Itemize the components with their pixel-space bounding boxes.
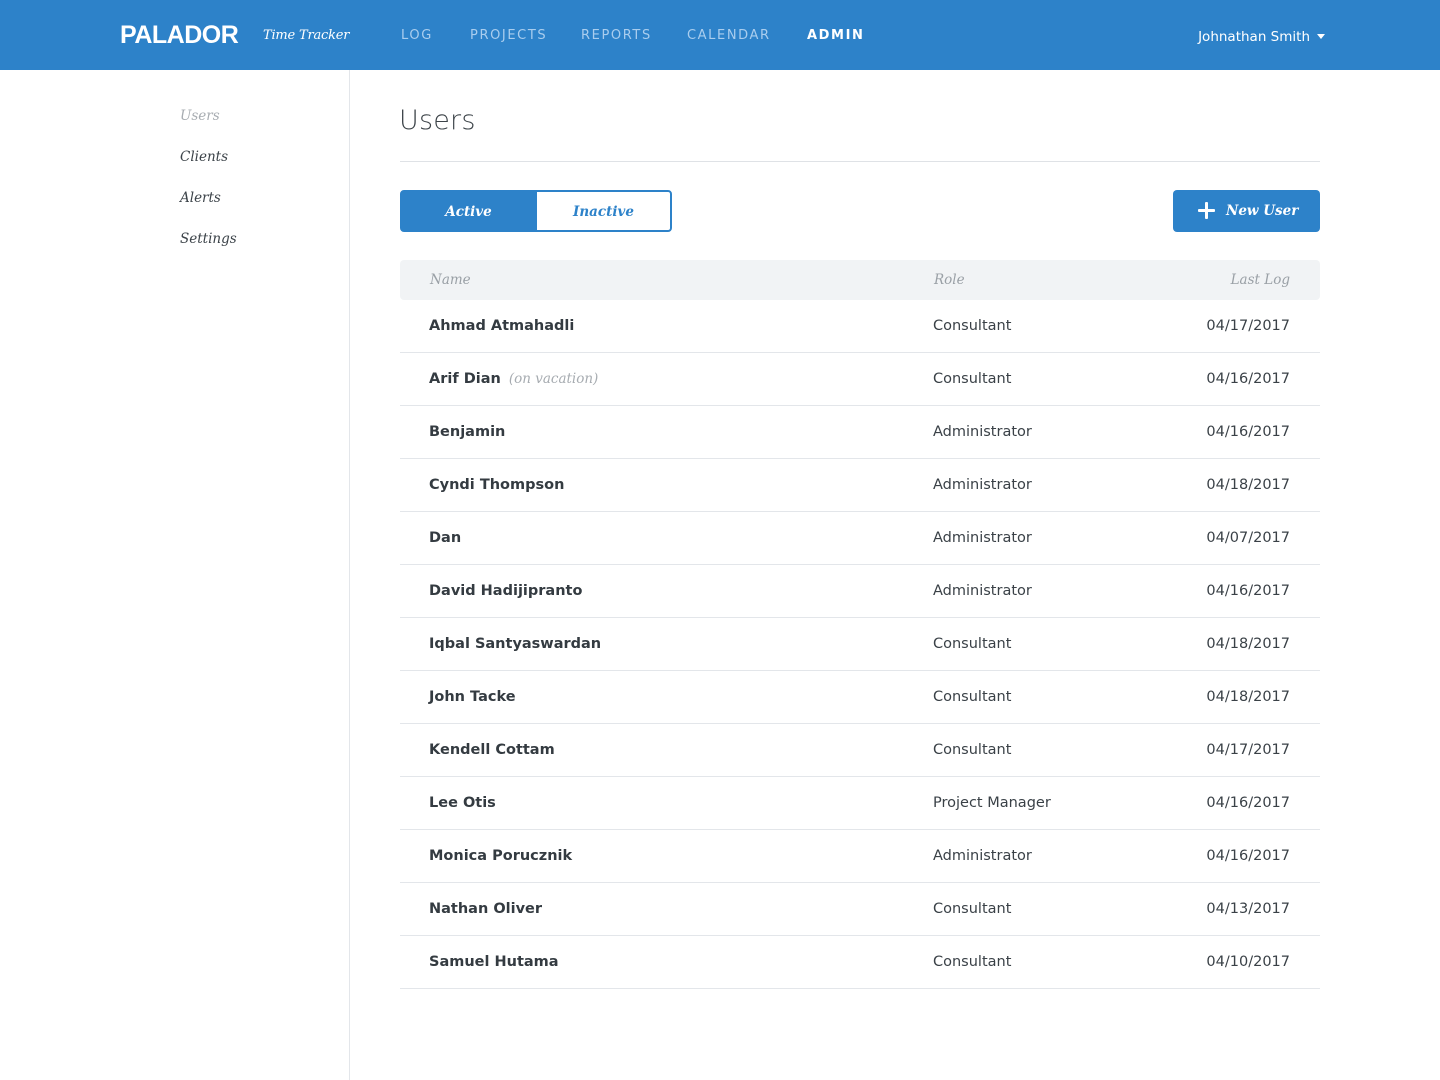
user-name-text: Cyndi Thompson	[429, 477, 565, 493]
page-title: Users	[399, 105, 476, 136]
user-name-text: Monica Porucznik	[429, 848, 573, 864]
user-role-cell: Consultant	[933, 954, 1012, 970]
brand-logo[interactable]: PALADOR	[120, 20, 239, 50]
user-role-cell: Administrator	[933, 583, 1032, 599]
inactive-toggle-button[interactable]: Inactive	[535, 190, 672, 232]
user-last-log-cell: 04/18/2017	[1206, 636, 1290, 652]
users-table: Name Role Last Log Ahmad Atmahadli Consul…	[400, 260, 1320, 989]
user-name-text: Dan	[429, 530, 462, 546]
user-name-cell[interactable]: Samuel Hutama	[429, 951, 559, 973]
table-row[interactable]: Monica Porucznik Administrator 04/16/2017	[400, 830, 1320, 883]
active-toggle-button[interactable]: Active	[400, 190, 537, 232]
user-last-log-cell: 04/17/2017	[1206, 318, 1290, 334]
user-name-text: David Hadijipranto	[429, 583, 583, 599]
table-row[interactable]: Cyndi Thompson Administrator 04/18/2017	[400, 459, 1320, 512]
user-name-cell[interactable]: Iqbal Santyaswardan	[429, 633, 601, 655]
user-role-cell: Administrator	[933, 477, 1032, 493]
new-user-label: New User	[1226, 203, 1299, 219]
user-name-text: John Tacke	[429, 689, 516, 705]
user-name-cell[interactable]: John Tacke	[429, 686, 516, 708]
user-name-text: Ahmad Atmahadli	[429, 318, 575, 334]
table-row[interactable]: Kendell Cottam Consultant 04/17/2017	[400, 724, 1320, 777]
sidebar-item-alerts[interactable]: Alerts	[180, 187, 221, 209]
nav-projects[interactable]: PROJECTS	[470, 25, 547, 47]
plus-icon	[1198, 202, 1215, 219]
table-header: Name Role Last Log	[400, 260, 1320, 300]
table-row[interactable]: Lee Otis Project Manager 04/16/2017	[400, 777, 1320, 830]
user-name-cell[interactable]: Ahmad Atmahadli	[429, 315, 574, 337]
user-role-cell: Administrator	[933, 530, 1032, 546]
new-user-button[interactable]: New User	[1173, 190, 1320, 232]
column-header-name[interactable]: Name	[430, 269, 471, 291]
column-header-role[interactable]: Role	[934, 269, 965, 291]
user-name-text: Lee Otis	[429, 795, 496, 811]
title-divider	[400, 161, 1320, 162]
nav-calendar[interactable]: CALENDAR	[687, 25, 771, 47]
user-name-cell[interactable]: Kendell Cottam	[429, 739, 555, 761]
user-name: Johnathan Smith	[1198, 29, 1310, 45]
sidebar-item-users[interactable]: Users	[180, 105, 220, 127]
user-name-cell[interactable]: Monica Porucznik	[429, 845, 572, 867]
user-last-log-cell: 04/18/2017	[1206, 477, 1290, 493]
user-name-text: Arif Dian	[429, 371, 501, 387]
user-name-cell[interactable]: Cyndi Thompson	[429, 474, 564, 496]
table-row[interactable]: Nathan Oliver Consultant 04/13/2017	[400, 883, 1320, 936]
user-last-log-cell: 04/18/2017	[1206, 689, 1290, 705]
table-row[interactable]: Samuel Hutama Consultant 04/10/2017	[400, 936, 1320, 989]
user-last-log-cell: 04/10/2017	[1206, 954, 1290, 970]
table-row[interactable]: Benjamin Administrator 04/16/2017	[400, 406, 1320, 459]
user-status-note: (on vacation)	[508, 371, 599, 387]
user-name-text: Iqbal Santyaswardan	[429, 636, 602, 652]
user-last-log-cell: 04/16/2017	[1206, 583, 1290, 599]
user-last-log-cell: 04/16/2017	[1206, 848, 1290, 864]
nav-reports[interactable]: REPORTS	[581, 25, 652, 47]
user-name-cell[interactable]: Nathan Oliver	[429, 898, 542, 920]
user-name-text: Samuel Hutama	[429, 954, 559, 970]
table-row[interactable]: Ahmad Atmahadli Consultant 04/17/2017	[400, 300, 1320, 353]
user-name-cell[interactable]: David Hadijipranto	[429, 580, 582, 602]
user-last-log-cell: 04/17/2017	[1206, 742, 1290, 758]
sidebar-item-clients[interactable]: Clients	[180, 146, 228, 168]
user-name-cell[interactable]: Dan	[429, 527, 461, 549]
user-role-cell: Consultant	[933, 318, 1012, 334]
user-role-cell: Administrator	[933, 424, 1032, 440]
column-header-last-log[interactable]: Last Log	[1231, 269, 1290, 291]
sidebar-item-settings[interactable]: Settings	[180, 228, 237, 250]
user-last-log-cell: 04/16/2017	[1206, 371, 1290, 387]
user-role-cell: Project Manager	[933, 795, 1051, 811]
user-role-cell: Consultant	[933, 742, 1012, 758]
table-row[interactable]: Arif Dian (on vacation) Consultant 04/16/20…	[400, 353, 1320, 406]
table-row[interactable]: David Hadijipranto Administrator 04/16/201…	[400, 565, 1320, 618]
user-last-log-cell: 04/07/2017	[1206, 530, 1290, 546]
status-toggle: Active Inactive	[400, 190, 672, 232]
sidebar: Users Clients Alerts Settings	[0, 70, 350, 1080]
user-role-cell: Administrator	[933, 848, 1032, 864]
user-last-log-cell: 04/16/2017	[1206, 795, 1290, 811]
user-name-text: Kendell Cottam	[429, 742, 555, 758]
user-role-cell: Consultant	[933, 901, 1012, 917]
table-row[interactable]: Dan Administrator 04/07/2017	[400, 512, 1320, 565]
nav-admin[interactable]: ADMIN	[807, 25, 865, 47]
user-name-text: Benjamin	[429, 424, 506, 440]
user-role-cell: Consultant	[933, 371, 1012, 387]
user-menu[interactable]: Johnathan Smith	[1198, 26, 1325, 48]
user-role-cell: Consultant	[933, 636, 1012, 652]
nav-log[interactable]: LOG	[401, 25, 433, 47]
top-navigation-bar: PALADOR Time Tracker LOG PROJECTS REPORT…	[0, 0, 1440, 70]
user-role-cell: Consultant	[933, 689, 1012, 705]
user-name-cell[interactable]: Benjamin	[429, 421, 505, 443]
user-last-log-cell: 04/13/2017	[1206, 901, 1290, 917]
user-name-cell[interactable]: Arif Dian (on vacation)	[429, 368, 598, 390]
user-last-log-cell: 04/16/2017	[1206, 424, 1290, 440]
table-row[interactable]: John Tacke Consultant 04/18/2017	[400, 671, 1320, 724]
user-name-text: Nathan Oliver	[429, 901, 543, 917]
table-row[interactable]: Iqbal Santyaswardan Consultant 04/18/2017	[400, 618, 1320, 671]
table-body: Ahmad Atmahadli Consultant 04/17/2017 Arif …	[400, 300, 1320, 989]
caret-down-icon	[1317, 33, 1325, 39]
app-name: Time Tracker	[263, 28, 350, 43]
user-name-cell[interactable]: Lee Otis	[429, 792, 496, 814]
